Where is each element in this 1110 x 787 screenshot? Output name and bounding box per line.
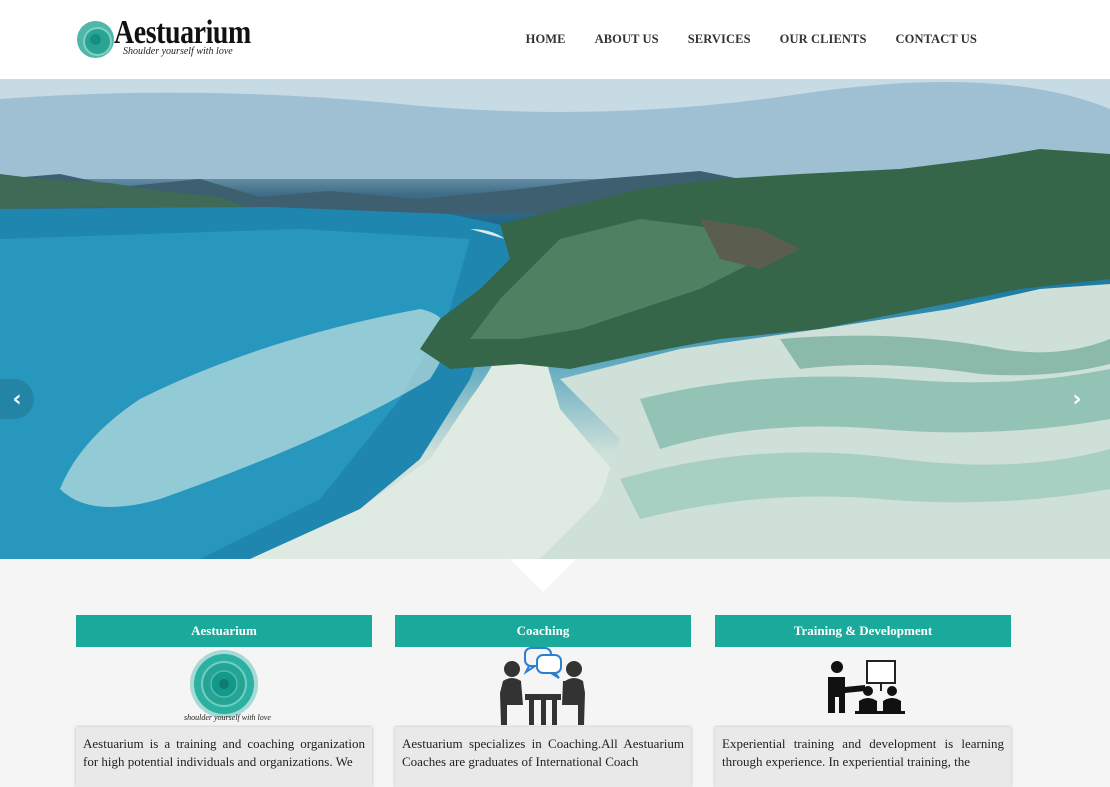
seal-caption: shoulder yourself with love	[184, 713, 271, 722]
nav-services[interactable]: SERVICES	[688, 32, 751, 47]
card-coaching: Coaching Aestuarium specializes in Coach…	[395, 615, 691, 787]
card-text: Aestuarium specializes in Coaching.All A…	[395, 727, 691, 787]
card-title[interactable]: Training & Development	[715, 615, 1011, 647]
nav-our-clients[interactable]: OUR CLIENTS	[780, 32, 867, 47]
card-text: Aestuarium is a training and coaching or…	[76, 727, 372, 787]
brand-logo[interactable]: Aestuarium Shoulder yourself with love	[77, 14, 267, 62]
card-title[interactable]: Aestuarium	[76, 615, 372, 647]
slider-next-button[interactable]: ›	[1060, 379, 1094, 419]
main-nav: HOME ABOUT US SERVICES OUR CLIENTS CONTA…	[526, 32, 977, 47]
card-text: Experiential training and development is…	[715, 727, 1011, 787]
brand-tagline: Shoulder yourself with love	[123, 46, 233, 57]
nav-home[interactable]: HOME	[526, 32, 566, 47]
nav-about-us[interactable]: ABOUT US	[595, 32, 659, 47]
site-header: Aestuarium Shoulder yourself with love H…	[0, 0, 1110, 79]
hero-landscape-image	[0, 79, 1110, 559]
nav-contact-us[interactable]: CONTACT US	[896, 32, 977, 47]
card-training-development: Training & Development Experiential trai…	[715, 615, 1011, 787]
logo-emblem-icon	[77, 21, 114, 58]
aestuarium-seal-icon: shoulder yourself with love	[76, 647, 372, 727]
card-aestuarium: Aestuarium shoulder yourself with love A…	[76, 615, 372, 787]
hero-slider: ‹ ›	[0, 79, 1110, 559]
section-pointer-triangle	[510, 559, 576, 592]
card-title[interactable]: Coaching	[395, 615, 691, 647]
coaching-conversation-icon	[395, 647, 691, 727]
training-presentation-icon	[715, 647, 1011, 727]
